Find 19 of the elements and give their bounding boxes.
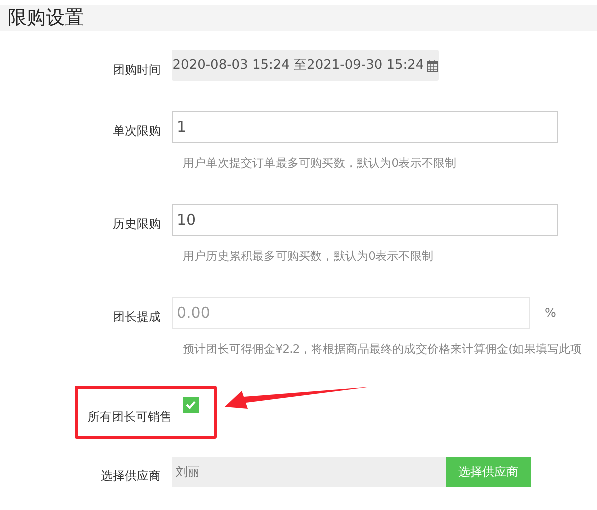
checkbox[interactable] (183, 397, 199, 413)
checkbox-label: 所有团长可销售 (88, 409, 172, 426)
section-title: 限购设置 (8, 8, 84, 28)
field-label: 选择供应商 (100, 468, 162, 485)
input-field[interactable]: 1 (172, 111, 558, 143)
calendar-icon (427, 60, 438, 72)
input-field[interactable]: 0.00 (172, 297, 530, 329)
field-label: 团购时间 (112, 62, 162, 78)
field-label: 团长提成 (112, 309, 162, 326)
checkmark-icon (186, 401, 196, 409)
hint-text: 用户单次提交订单最多可购买数，默认为0表示不限制 (183, 156, 457, 170)
input-field[interactable]: 10 (172, 204, 558, 236)
hint-text: 用户历史累积最多可购买数，默认为0表示不限制 (183, 249, 434, 263)
hint-text: 预计团长可得佣金¥2.2，将根据商品最终的成交价格来计算佣金(如果填写此项 (183, 342, 582, 356)
unit-label: % (545, 305, 556, 322)
field-label: 单次限购 (112, 123, 162, 140)
date-range-field[interactable]: 2020-08-03 15:24 至2021-09-30 15:24 (172, 50, 439, 81)
field-label: 历史限购 (112, 216, 162, 233)
supplier-field[interactable]: 刘丽 (172, 457, 446, 487)
